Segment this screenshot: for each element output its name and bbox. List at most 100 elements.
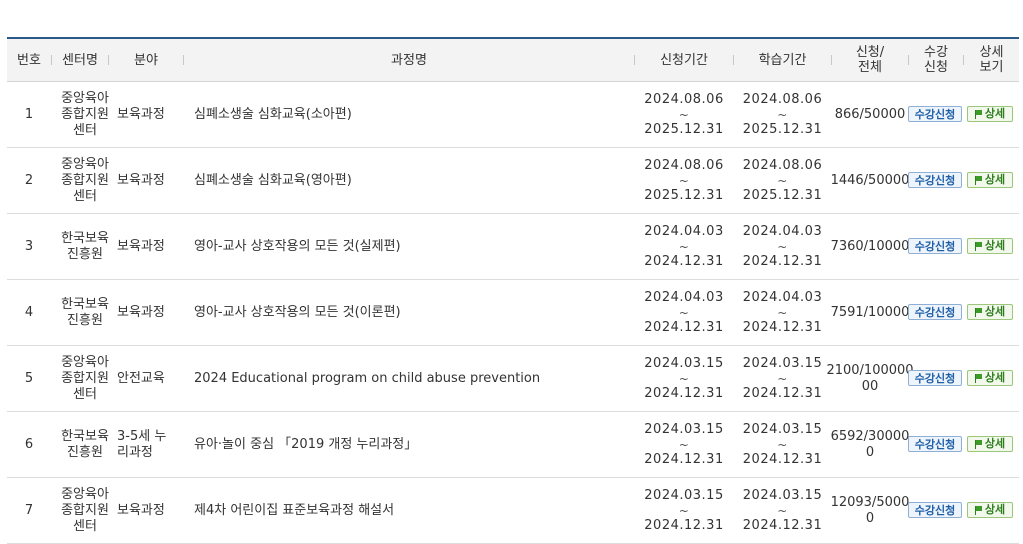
table-row: 3 한국보육 진흥원 보육과정 영아-교사 상호작용의 모든 것(실제편) 2024.0…: [7, 214, 1019, 280]
course-title: 영아-교사 상호작용의 모든 것(이론편): [194, 280, 634, 345]
period-separator: ~: [678, 305, 690, 320]
period-separator: ~: [777, 503, 788, 518]
enroll-button[interactable]: 수강신청: [908, 436, 962, 452]
table-header: 번호 센터명 분야 과정명 신청기간 학습기간 신청/ 전체 수강 신청 상세 …: [7, 37, 1019, 82]
detail-button[interactable]: 상세: [967, 304, 1013, 320]
cell-text: 상세: [984, 503, 1006, 516]
header-center: 센터명: [62, 52, 98, 68]
course-title: 제4차 어린이집 표준보육과정 해설서: [194, 478, 634, 543]
enroll-button[interactable]: 수강신청: [908, 172, 962, 188]
header-field: 분야: [134, 52, 158, 68]
cell-text: 보육과정: [117, 502, 165, 518]
cell-text: 1446/50000: [830, 172, 910, 188]
field-name: 보육과정: [117, 478, 183, 543]
center-name: 한국보육 진흥원: [45, 214, 125, 279]
flag-icon: [974, 109, 983, 119]
center-name: 중앙육아 종합지원 센터: [45, 82, 125, 147]
enrollment-count: 12093/5000 0: [830, 478, 910, 543]
period-separator: ~: [678, 503, 690, 518]
study-end: 2024.12.31: [742, 385, 823, 401]
center-name: 중앙육아 종합지원 센터: [45, 478, 125, 543]
enroll-button[interactable]: 수강신청: [908, 502, 962, 518]
study-period: 2024.03.15 ~2024.12.31: [734, 346, 831, 411]
enrollment-count: 7360/10000: [830, 214, 910, 279]
field-name: 보육과정: [117, 82, 183, 147]
cell-text: 3: [24, 238, 34, 254]
apply-start: 2024.08.06: [644, 91, 724, 107]
cell-text: 영아-교사 상호작용의 모든 것(이론편): [194, 304, 401, 320]
cell-text: 중앙육아 종합지원 센터: [61, 156, 109, 204]
cell-text: 상세: [984, 239, 1006, 252]
cell-text: 수강신청: [914, 438, 956, 451]
apply-period: 2024.04.03 ~2024.12.31: [635, 280, 733, 345]
cell-text: 상세: [984, 305, 1006, 318]
cell-text: 상세: [984, 371, 1006, 384]
cell-text: 상세: [984, 437, 1006, 450]
cell-text: 중앙육아 종합지원 센터: [61, 90, 109, 138]
cell-text: 보육과정: [117, 238, 165, 254]
cell-text: 5: [24, 370, 34, 386]
study-start: 2024.03.15: [742, 421, 823, 437]
study-end: 2025.12.31: [742, 121, 823, 137]
detail-button[interactable]: 상세: [967, 106, 1013, 122]
study-period: 2024.04.03 ~2024.12.31: [734, 214, 831, 279]
cell-text: 심폐소생술 심화교육(소아편): [194, 106, 352, 122]
enrollment-count: 1446/50000: [830, 148, 910, 213]
header-course: 과정명: [391, 52, 427, 68]
course-title: 심폐소생술 심화교육(영아편): [194, 148, 634, 213]
flag-icon: [974, 505, 983, 515]
field-name: 3-5세 누 리과정: [117, 412, 183, 477]
enroll-button[interactable]: 수강신청: [908, 238, 962, 254]
header-study-period: 학습기간: [758, 52, 807, 68]
apply-end: 2024.12.31: [644, 253, 724, 269]
detail-button[interactable]: 상세: [967, 172, 1013, 188]
cell-text: 수강신청: [914, 108, 956, 121]
cell-text: 6592/30000 0: [830, 428, 910, 460]
detail-button[interactable]: 상세: [967, 436, 1013, 452]
period-separator: ~: [678, 239, 690, 254]
study-start: 2024.04.03: [742, 289, 823, 305]
apply-period: 2024.03.15 ~2024.12.31: [635, 478, 733, 543]
apply-end: 2024.12.31: [644, 319, 724, 335]
cell-text: 7: [24, 502, 34, 518]
period-separator: ~: [777, 107, 788, 122]
cell-text: 수강신청: [914, 504, 956, 517]
flag-icon: [974, 307, 983, 317]
study-start: 2024.08.06: [742, 91, 823, 107]
period-separator: ~: [777, 239, 788, 254]
detail-button[interactable]: 상세: [967, 370, 1013, 386]
table-row: 2 중앙육아 종합지원 센터 보육과정 심폐소생술 심화교육(영아편) 2024.08.…: [7, 148, 1019, 214]
period-separator: ~: [777, 173, 788, 188]
cell-text: 중앙육아 종합지원 센터: [61, 486, 109, 534]
detail-button[interactable]: 상세: [967, 502, 1013, 518]
field-name: 보육과정: [117, 148, 183, 213]
enroll-button[interactable]: 수강신청: [908, 106, 962, 122]
cell-text: 심폐소생술 심화교육(영아편): [194, 172, 352, 188]
cell-text: 상세: [984, 107, 1006, 120]
apply-period: 2024.03.15 ~2024.12.31: [635, 346, 733, 411]
enroll-button[interactable]: 수강신청: [908, 304, 962, 320]
study-end: 2024.12.31: [742, 319, 823, 335]
study-period: 2024.03.15 ~2024.12.31: [734, 478, 831, 543]
cell-text: 영아-교사 상호작용의 모든 것(실제편): [194, 238, 401, 254]
table-row: 1 중앙육아 종합지원 센터 보육과정 심폐소생술 심화교육(소아편) 2024.08.…: [7, 82, 1019, 148]
flag-icon: [974, 439, 983, 449]
apply-end: 2025.12.31: [644, 187, 724, 203]
study-start: 2024.03.15: [742, 487, 823, 503]
enroll-button[interactable]: 수강신청: [908, 370, 962, 386]
header-no: 번호: [17, 52, 41, 68]
enrollment-count: 6592/30000 0: [830, 412, 910, 477]
enrollment-count: 2100/100000 00: [826, 346, 913, 411]
cell-text: 2024 Educational program on child abuse …: [194, 370, 541, 386]
cell-text: 제4차 어린이집 표준보육과정 해설서: [194, 502, 395, 518]
detail-button[interactable]: 상세: [967, 238, 1013, 254]
apply-end: 2024.12.31: [644, 517, 724, 533]
cell-text: 수강신청: [914, 240, 956, 253]
study-period: 2024.08.06 ~2025.12.31: [734, 82, 831, 147]
cell-text: 7360/10000: [830, 238, 910, 254]
apply-start: 2024.03.15: [644, 487, 724, 503]
cell-text: 수강신청: [914, 372, 956, 385]
enrollment-count: 7591/10000: [830, 280, 910, 345]
course-title: 심폐소생술 심화교육(소아편): [194, 82, 634, 147]
period-separator: ~: [678, 437, 690, 452]
